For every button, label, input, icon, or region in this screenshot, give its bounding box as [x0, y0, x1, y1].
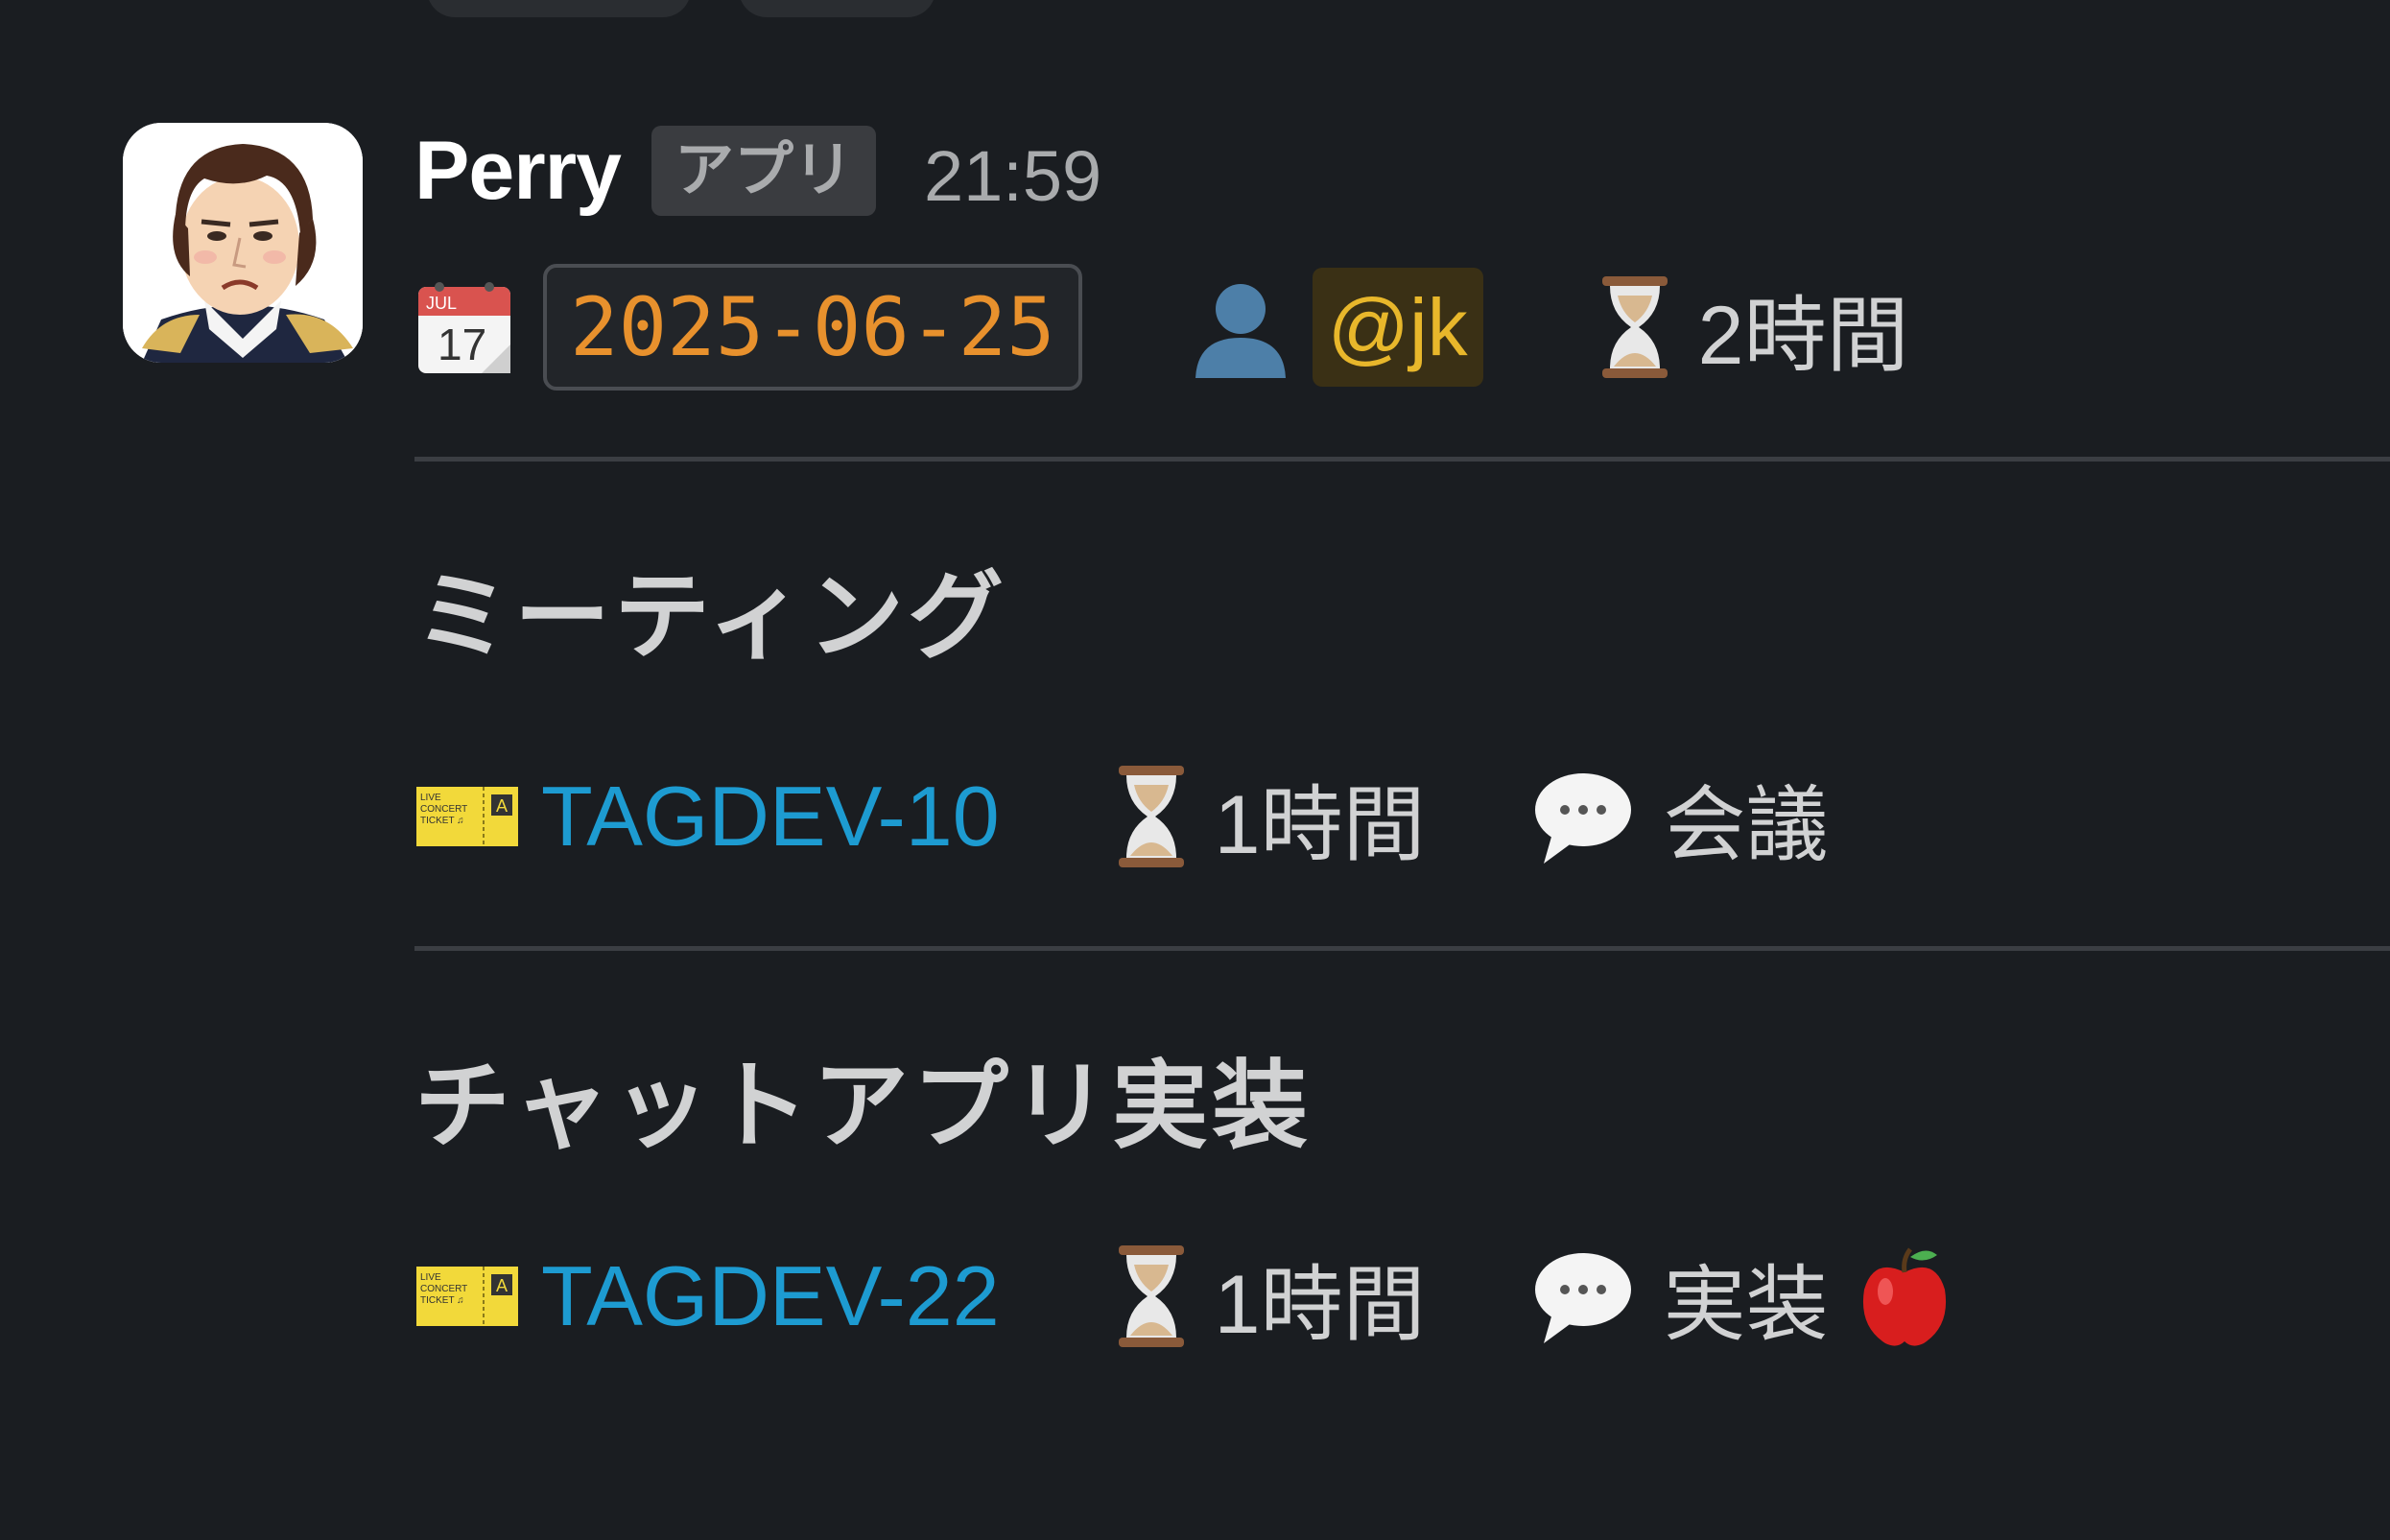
calendar-icon: JUL 17 — [414, 277, 514, 377]
task-category: 実装 — [1530, 1237, 1954, 1357]
date-chip[interactable]: 2025-06-25 — [543, 264, 1082, 391]
svg-text:LIVE: LIVE — [420, 793, 441, 803]
task-category: 会議 — [1530, 757, 1828, 877]
task-row: LIVE CONCERT TICKET ♫ A TAGDEV-22 1時間 実装 — [414, 1234, 2390, 1359]
svg-text:JUL: JUL — [426, 294, 457, 313]
task-category-text: 実装 — [1663, 1258, 1829, 1351]
task-row: LIVE CONCERT TICKET ♫ A TAGDEV-10 1時間 会議 — [414, 754, 2390, 879]
perry-portrait-icon — [123, 123, 363, 363]
ticket-link[interactable]: TAGDEV-10 — [541, 768, 1000, 865]
reaction-pill[interactable] — [427, 0, 691, 17]
ticket-link[interactable]: TAGDEV-22 — [541, 1247, 1000, 1345]
task-duration-text: 1時間 — [1214, 1258, 1426, 1351]
bust-in-silhouette-icon — [1188, 274, 1293, 380]
svg-text:CONCERT: CONCERT — [420, 1284, 467, 1294]
section-title: チャットアプリ実装 — [414, 1053, 1312, 1160]
sender-name[interactable]: Perry — [414, 124, 622, 219]
svg-text:A: A — [496, 796, 508, 816]
meta-row: JUL 17 2025-06-25 @jk 2時間 — [414, 264, 2390, 391]
user-mention[interactable]: @jk — [1312, 268, 1483, 387]
section-title: ミーティング — [414, 563, 1007, 671]
hourglass-icon — [1598, 274, 1671, 380]
message-header: Perry アプリ 21:59 — [414, 115, 2390, 226]
task-duration-text: 1時間 — [1214, 778, 1426, 871]
task-duration: 1時間 — [1115, 757, 1426, 877]
total-duration: 2時間 — [1598, 268, 1909, 388]
timestamp[interactable]: 21:59 — [924, 135, 1101, 217]
divider — [414, 946, 2390, 951]
avatar[interactable] — [123, 123, 363, 363]
divider — [414, 457, 2390, 462]
ticket-icon: LIVE CONCERT TICKET ♫ A — [414, 1265, 520, 1328]
svg-text:TICKET ♫: TICKET ♫ — [420, 1295, 464, 1306]
hourglass-icon — [1115, 764, 1188, 869]
task-category-text: 会議 — [1663, 778, 1829, 871]
message-content: Perry アプリ 21:59 JUL 17 2025-06-25 @jk 2時… — [414, 115, 2390, 1359]
svg-text:A: A — [496, 1276, 508, 1295]
reaction-pill[interactable] — [739, 0, 935, 17]
svg-text:CONCERT: CONCERT — [420, 804, 467, 815]
svg-text:TICKET ♫: TICKET ♫ — [420, 816, 464, 826]
ticket-icon: LIVE CONCERT TICKET ♫ A — [414, 785, 520, 848]
hourglass-icon — [1115, 1244, 1188, 1349]
red-apple-icon — [1855, 1244, 1954, 1349]
app-badge: アプリ — [651, 126, 876, 216]
svg-text:LIVE: LIVE — [420, 1272, 441, 1283]
total-duration-text: 2時間 — [1697, 289, 1909, 382]
assignee: @jk — [1188, 268, 1483, 387]
svg-text:17: 17 — [438, 320, 486, 369]
speech-balloon-icon — [1530, 764, 1636, 869]
speech-balloon-icon — [1530, 1244, 1636, 1349]
task-duration: 1時間 — [1115, 1237, 1426, 1357]
